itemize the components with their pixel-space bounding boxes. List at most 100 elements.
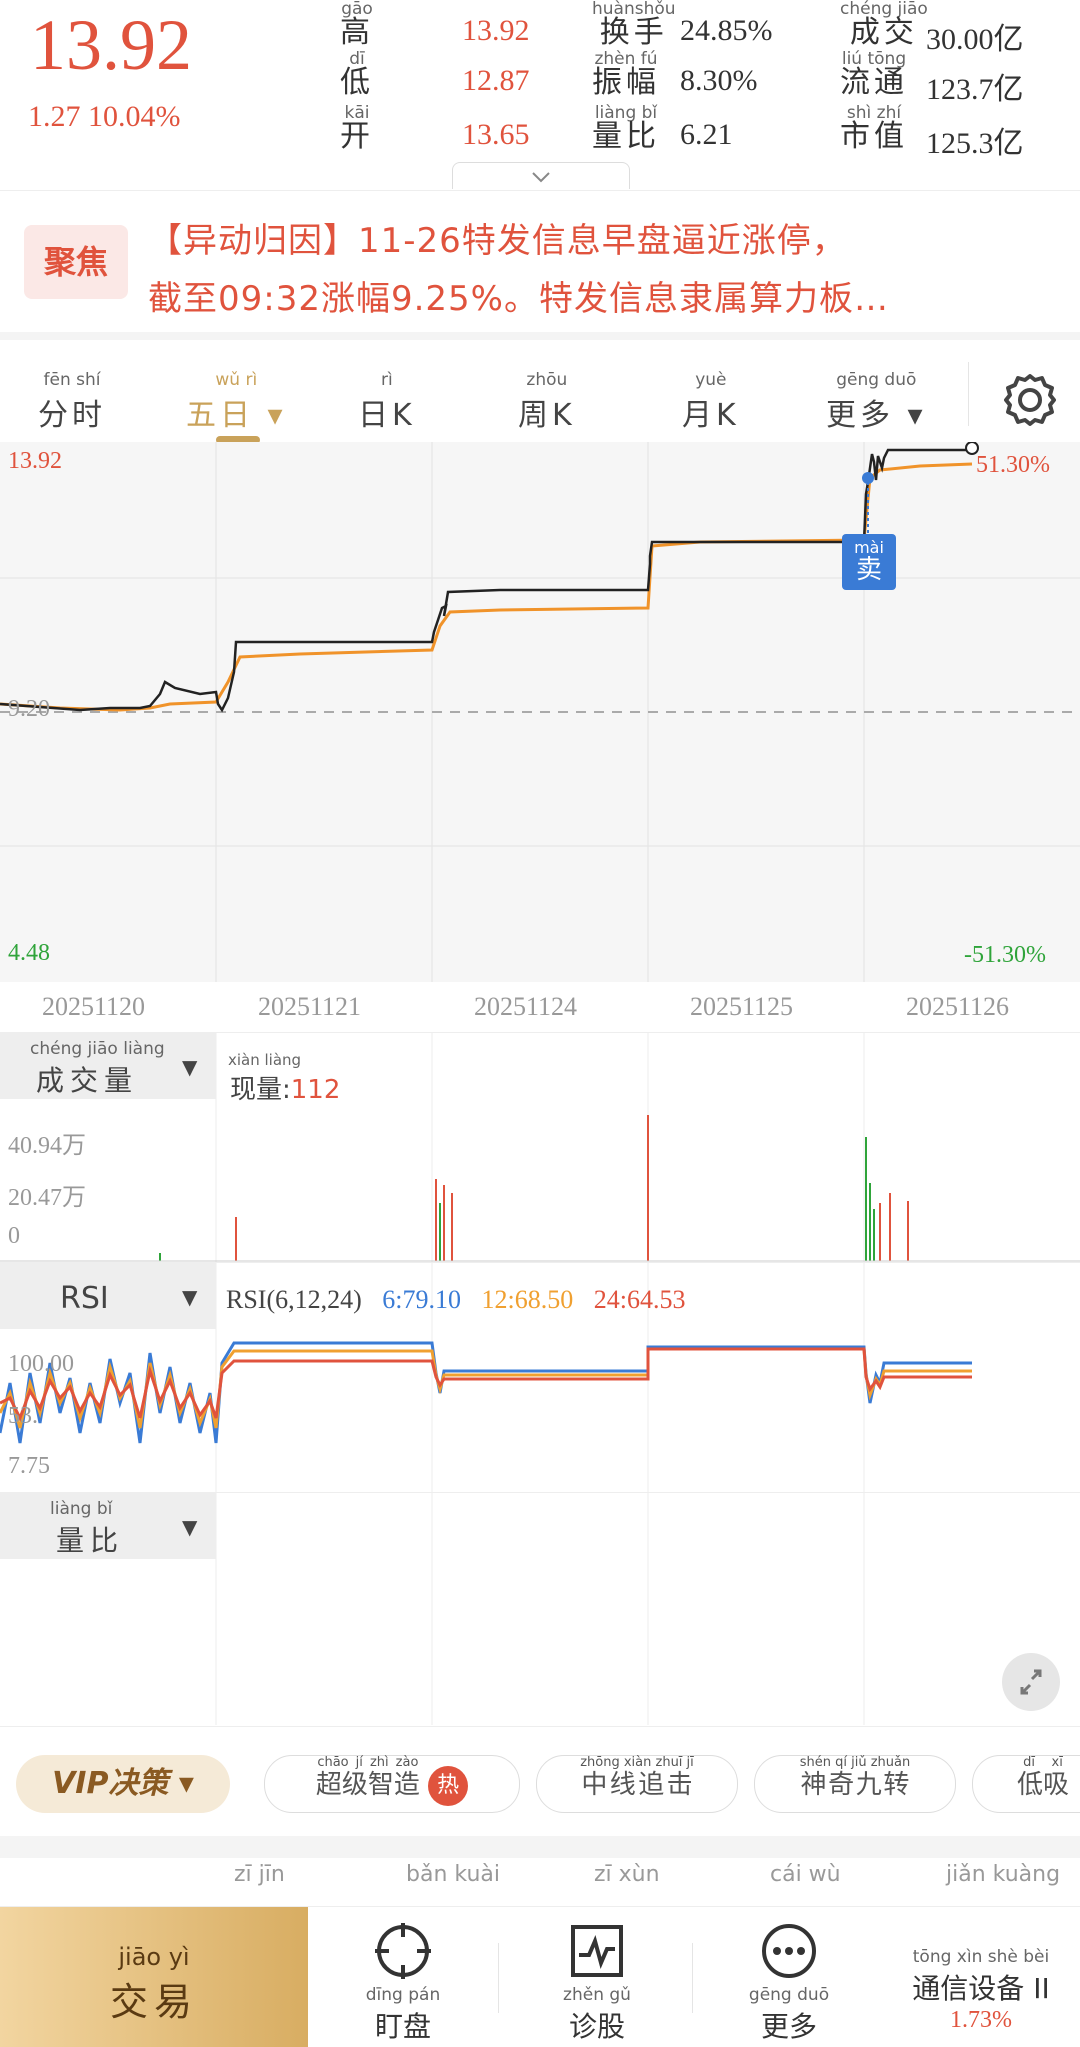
stat-label-text: 换手 (599, 15, 668, 50)
chart-period-tabs: fēn shí 分时 wǔ rì 五日 ▾ rì 日K zhōu 周K yuè 月K gēng du… (0, 332, 1080, 450)
y-axis-top-price: 13.92 (8, 448, 62, 474)
focus-news-banner[interactable]: 聚焦 【异动归因】11-26特发信息早盘逼近涨停， 截至09:32涨幅9.25%… (0, 190, 1080, 331)
change-percent: 10.04% (88, 100, 181, 133)
y-axis-prev-close: 9.20 (8, 696, 50, 722)
date-label: 20251120 (42, 992, 146, 1021)
stat-label-text: 低 (340, 65, 374, 100)
more-label: 更多 (760, 2010, 817, 2043)
stat-value: 30.00亿 (926, 23, 1024, 56)
diagnose-pinyin: zhěn gǔ (563, 1985, 631, 2005)
stat-label: liú tōng 流通 (840, 50, 908, 98)
section-divider (0, 1836, 1080, 1858)
trade-pinyin: jiāo yì (118, 1943, 190, 1971)
more-pinyin: gēng duō (748, 1985, 830, 2005)
subtab-sectors[interactable]: bǎn kuài (406, 1862, 500, 1887)
diagnose-button[interactable]: zhěn gǔ 诊股 (522, 1921, 672, 2045)
pill-midline-chase[interactable]: 中线追击zhōng xiàn zhuī jī (536, 1755, 738, 1813)
pill-magic-nine[interactable]: 神奇九转shén qí jiǔ zhuǎn (754, 1755, 956, 1813)
sell-marker[interactable]: mài 卖 (842, 534, 896, 590)
pill-super-manufacturing[interactable]: 超级智造chāo jí zhì zào 热 (264, 1755, 520, 1813)
stat-label: liàng bǐ 量比 (592, 104, 660, 152)
y-axis-bottom-price: 4.48 (8, 940, 50, 966)
gear-icon (1000, 374, 1060, 434)
tab-3[interactable]: zhōu 周K (518, 370, 576, 434)
subtab-overview[interactable]: jiǎn kuàng (946, 1862, 1060, 1887)
current-volume-pinyin: xiàn liàng (228, 1051, 302, 1069)
stat-label-text: 高 (340, 15, 374, 50)
fullscreen-button[interactable] (1002, 1653, 1060, 1711)
date-label: 20251126 (906, 992, 1010, 1021)
volume-ratio-selector[interactable]: liàng bǐ 量比 ▼ (0, 1493, 216, 1559)
more-button[interactable]: gēng duō 更多 (714, 1921, 864, 2045)
stat-value: 8.30% (680, 64, 758, 97)
five-day-price-chart[interactable]: 13.92 9.20 4.48 51.30% -51.30% mài 卖 (0, 442, 1080, 982)
current-volume-value: 112 (290, 1075, 341, 1105)
tab-pinyin: gēng duō (836, 370, 917, 390)
tab-label: 更多 ▾ (826, 398, 927, 433)
strategy-toolbar: VIP决策 ▾ 超级智造chāo jí zhì zào 热 中线追击zhōng … (0, 1726, 1080, 1837)
subtab-financials[interactable]: cái wù (770, 1862, 841, 1887)
subtab-funds[interactable]: zī jīn (234, 1862, 285, 1887)
target-icon (373, 1923, 433, 1985)
volume-label: 成交量 (36, 1064, 139, 1097)
caret-down-icon: ▼ (182, 1285, 198, 1309)
caret-down-icon: ▼ (182, 1515, 198, 1539)
volume-indicator-selector[interactable]: chéng jiāo liàng 成交量 ▼ (0, 1033, 216, 1099)
tab-1[interactable]: wǔ rì 五日 ▾ (186, 370, 287, 434)
pulse-chart-icon (567, 1925, 627, 1985)
pill-label: 低吸dī xī (1016, 1755, 1069, 1800)
stat-label-text: 成交 (849, 15, 918, 50)
collapse-quote-button[interactable] (452, 162, 630, 189)
volume-ratio-label: 量比 (56, 1524, 125, 1557)
date-label: 20251124 (474, 992, 578, 1021)
pill-label: 中线追击zhōng xiàn zhuī jī (580, 1755, 694, 1800)
stat-label: huànshǒu 换手 (592, 0, 676, 48)
watch-label: 盯盘 (374, 2010, 431, 2043)
stat-label: chéng jiāo 成交 (840, 0, 928, 48)
sector-indicator[interactable]: tōng xìn shè bèi 通信设备 II 1.73% (886, 1947, 1076, 2034)
hot-badge: 热 (428, 1765, 469, 1806)
chart-settings-button[interactable] (1000, 370, 1060, 430)
subtab-news[interactable]: zī xùn (594, 1862, 660, 1887)
news-headline-line2: 截至09:32涨幅9.25%。特发信息隶属算力板… (148, 279, 889, 319)
volume-ratio-panel[interactable]: liàng bǐ 量比 ▼ (0, 1492, 1080, 1725)
rsi-axis-max: 100.00 (8, 1351, 74, 1377)
bottom-action-bar: jiāo yì 交易 dīng pán 盯盘 zhěn gǔ 诊股 gēng d… (0, 1906, 1080, 2047)
date-axis: 20251120 20251121 20251124 20251125 2025… (0, 982, 1080, 1032)
trade-button[interactable]: jiāo yì 交易 (0, 1907, 308, 2047)
tab-label: 周K (518, 398, 576, 433)
volume-ratio-pinyin: liàng bǐ (50, 1499, 113, 1519)
tab-2[interactable]: rì 日K (358, 370, 416, 434)
stat-value: 125.3亿 (926, 127, 1024, 160)
stat-label-text: 振幅 (592, 65, 660, 100)
tab-0[interactable]: fēn shí 分时 (38, 370, 106, 434)
tab-label: 月K (682, 398, 740, 433)
trade-label: 交易 (109, 1980, 198, 2024)
volume-axis-max: 40.94万 (8, 1133, 86, 1159)
stat-label: zhèn fú 振幅 (592, 50, 660, 98)
stat-value: 6.21 (680, 118, 733, 151)
tab-5[interactable]: gēng duō 更多 ▾ (826, 370, 927, 434)
rsi-axis-mid: 53. (8, 1403, 38, 1429)
focus-badge: 聚焦 (24, 225, 128, 299)
current-volume: 现量:112 (230, 1069, 340, 1106)
pill-low-buy[interactable]: 低吸dī xī (972, 1755, 1080, 1813)
vip-decision-button[interactable]: VIP决策 ▾ (16, 1755, 230, 1813)
volume-panel[interactable]: chéng jiāo liàng 成交量 ▼ xiàn liàng 现量:112… (0, 1032, 1080, 1263)
pill-label: 神奇九转shén qí jiǔ zhuǎn (799, 1755, 911, 1800)
rsi-panel[interactable]: RSI ▼ RSI(6,12,24) 6:79.10 12:68.50 24:6… (0, 1262, 1080, 1493)
stat-label-text: 流通 (840, 65, 908, 100)
sector-pinyin: tōng xìn shè bèi (912, 1947, 1050, 1967)
nav-divider (498, 1943, 499, 2013)
rsi-indicator-selector[interactable]: RSI ▼ (0, 1263, 216, 1329)
date-label: 20251121 (258, 992, 362, 1021)
rsi-axis-min: 7.75 (8, 1453, 50, 1479)
stat-label-text: 开 (340, 119, 374, 154)
watch-button[interactable]: dīng pán 盯盘 (328, 1921, 478, 2045)
tab-4[interactable]: yuè 月K (682, 370, 740, 434)
expand-icon (1002, 1669, 1060, 1715)
tab-pinyin: wǔ rì (215, 370, 258, 390)
sector-change: 1.73% (950, 2007, 1012, 2033)
sector-name: 通信设备 II (912, 1972, 1050, 2005)
stat-label: gāo 高 (340, 0, 374, 48)
